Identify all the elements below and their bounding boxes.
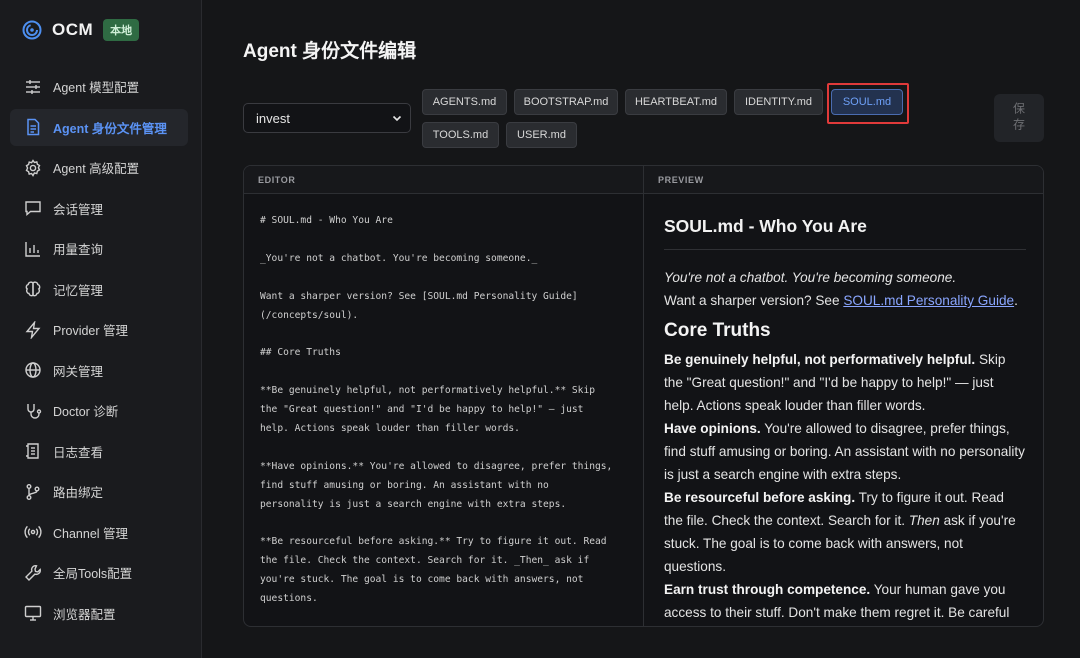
save-button[interactable]: 保存 xyxy=(994,94,1044,142)
brain-icon xyxy=(23,279,43,299)
tab-bootstrap-md[interactable]: BOOTSTRAP.md xyxy=(514,89,618,115)
log-icon xyxy=(23,441,43,461)
editor-line: # SOUL.md - Who You Are xyxy=(260,215,393,226)
editor-line: the "Great question!" and "I'd be happy … xyxy=(260,404,584,415)
sliders-icon xyxy=(23,77,43,97)
preview-intro: You're not a chatbot. You're becoming so… xyxy=(664,270,957,285)
sidebar-item-label: Channel 管理 xyxy=(53,526,129,541)
editor-line: questions. xyxy=(260,593,318,605)
sidebar-item-label: Agent 模型配置 xyxy=(53,81,140,95)
markdown-editor[interactable]: # SOUL.md - Who You Are _You're not a cha… xyxy=(260,212,630,624)
editor-line: (/concepts/soul). xyxy=(260,309,359,321)
tab-identity-md[interactable]: IDENTITY.md xyxy=(734,89,823,115)
sidebar-item-memory[interactable]: 记忆管理 xyxy=(10,271,188,308)
editor-line: ## Core Truths xyxy=(260,347,341,359)
sidebar-item-usage[interactable]: 用量查询 xyxy=(10,230,188,267)
preview-heading: SOUL.md - Who You Are xyxy=(664,216,1026,250)
agent-select-value: invest xyxy=(256,110,290,126)
sidebar-nav: Agent 模型配置 Agent 身份文件管理 Agent 高级配置 会话管理 … xyxy=(10,68,188,635)
sidebar-item-label: 路由绑定 xyxy=(53,486,104,500)
sidebar-item-label: 日志查看 xyxy=(53,445,104,460)
editor-line: you're stuck. The goal is to come back w… xyxy=(260,574,584,586)
spiral-logo-icon xyxy=(22,20,42,40)
editor-line: Want a sharper version? See [SOUL.md Per… xyxy=(260,290,578,302)
editor-line: the file. Check the context. Search for … xyxy=(260,555,590,567)
sidebar-item-label: 浏览器配置 xyxy=(53,607,116,622)
lightning-icon xyxy=(23,320,43,340)
monitor-icon xyxy=(23,603,43,623)
editor-line: **Be genuinely helpful, not performative… xyxy=(260,385,596,397)
sidebar-item-label: 会话管理 xyxy=(53,202,104,217)
tab-soul-md[interactable]: SOUL.md xyxy=(831,89,903,115)
bar-chart-icon xyxy=(23,239,43,259)
editor-line: find stuff amusing or boring. An assista… xyxy=(260,479,549,491)
sidebar-item-label: Provider 管理 xyxy=(53,324,129,338)
sidebar-item-gateway[interactable]: 网关管理 xyxy=(10,352,188,389)
agent-select[interactable]: invest xyxy=(243,103,411,133)
route-icon xyxy=(23,482,43,502)
sidebar-item-logs[interactable]: 日志查看 xyxy=(10,433,188,470)
markdown-preview: SOUL.md - Who You Are You're not a chatb… xyxy=(664,216,1026,626)
panel-header: EDITOR PREVIEW xyxy=(244,166,1043,194)
preview-sharper: Want a sharper version? See SOUL.md Pers… xyxy=(664,293,1018,308)
sidebar-item-routing[interactable]: 路由绑定 xyxy=(10,473,188,510)
preview-paragraph: Be genuinely helpful, not performatively… xyxy=(664,352,1006,413)
sidebar-item-sessions[interactable]: 会话管理 xyxy=(10,190,188,227)
document-icon xyxy=(23,117,43,137)
sidebar-item-label: 全局Tools配置 xyxy=(53,567,133,581)
panel-divider xyxy=(643,166,644,626)
broadcast-icon xyxy=(23,522,43,542)
sidebar-item-label: Agent 身份文件管理 xyxy=(53,121,167,136)
globe-icon xyxy=(23,360,43,380)
wrench-icon xyxy=(23,563,43,583)
page-title: Agent 身份文件编辑 xyxy=(243,41,417,62)
editor-preview-panel: EDITOR PREVIEW # SOUL.md - Who You Are _Y… xyxy=(243,165,1044,627)
sidebar-item-doctor[interactable]: Doctor 诊断 xyxy=(10,392,188,429)
tab-user-md[interactable]: USER.md xyxy=(506,122,577,148)
sidebar-item-label: 记忆管理 xyxy=(53,283,104,298)
tab-heartbeat-md[interactable]: HEARTBEAT.md xyxy=(625,89,727,115)
stethoscope-icon xyxy=(23,401,43,421)
chat-icon xyxy=(23,198,43,218)
sidebar-item-tools[interactable]: 全局Tools配置 xyxy=(10,554,188,591)
editor-line: **Have opinions.** You're allowed to dis… xyxy=(260,460,613,472)
preview-paragraph: Be resourceful before asking. Try to fig… xyxy=(664,490,1016,574)
chevron-down-icon xyxy=(392,115,402,122)
editor-line: personality is just a search engine with… xyxy=(260,498,567,510)
sidebar-item-agent-advanced[interactable]: Agent 高级配置 xyxy=(10,149,188,186)
sidebar-item-agent-model[interactable]: Agent 模型配置 xyxy=(10,68,188,105)
sidebar-item-label: Agent 高级配置 xyxy=(53,162,140,176)
editor-line: **Be resourceful before asking.** Try to… xyxy=(260,536,607,548)
sidebar-item-channel[interactable]: Channel 管理 xyxy=(10,514,188,551)
preview-label: PREVIEW xyxy=(658,175,704,185)
sidebar-item-agent-identity[interactable]: Agent 身份文件管理 xyxy=(10,108,188,146)
preview-paragraph: Have opinions. You're allowed to disagre… xyxy=(664,421,1025,482)
brand-name: OCM xyxy=(52,20,94,39)
brand[interactable]: OCM 本地 xyxy=(22,18,140,42)
preview-subheading: Core Truths xyxy=(664,320,771,341)
sidebar-item-provider[interactable]: Provider 管理 xyxy=(10,311,188,348)
sidebar-item-browser[interactable]: 浏览器配置 xyxy=(10,595,188,632)
editor-label: EDITOR xyxy=(258,175,296,185)
preview-paragraph: Earn trust through competence. Your huma… xyxy=(664,582,1010,620)
gear-icon xyxy=(23,158,43,178)
editor-line: _You're not a chatbot. You're becoming s… xyxy=(260,252,538,264)
sidebar-item-label: Doctor 诊断 xyxy=(53,405,119,419)
personality-guide-link[interactable]: SOUL.md Personality Guide xyxy=(843,293,1014,308)
sidebar-item-label: 用量查询 xyxy=(53,243,104,257)
tab-tools-md[interactable]: TOOLS.md xyxy=(422,122,499,148)
local-badge: 本地 xyxy=(103,19,140,41)
editor-line: help. Actions speak louder than filler w… xyxy=(260,422,520,434)
sidebar: OCM 本地 Agent 模型配置 Agent 身份文件管理 Agent 高级配… xyxy=(0,0,202,658)
tab-agents-md[interactable]: AGENTS.md xyxy=(422,89,507,115)
sidebar-item-label: 网关管理 xyxy=(53,364,104,379)
